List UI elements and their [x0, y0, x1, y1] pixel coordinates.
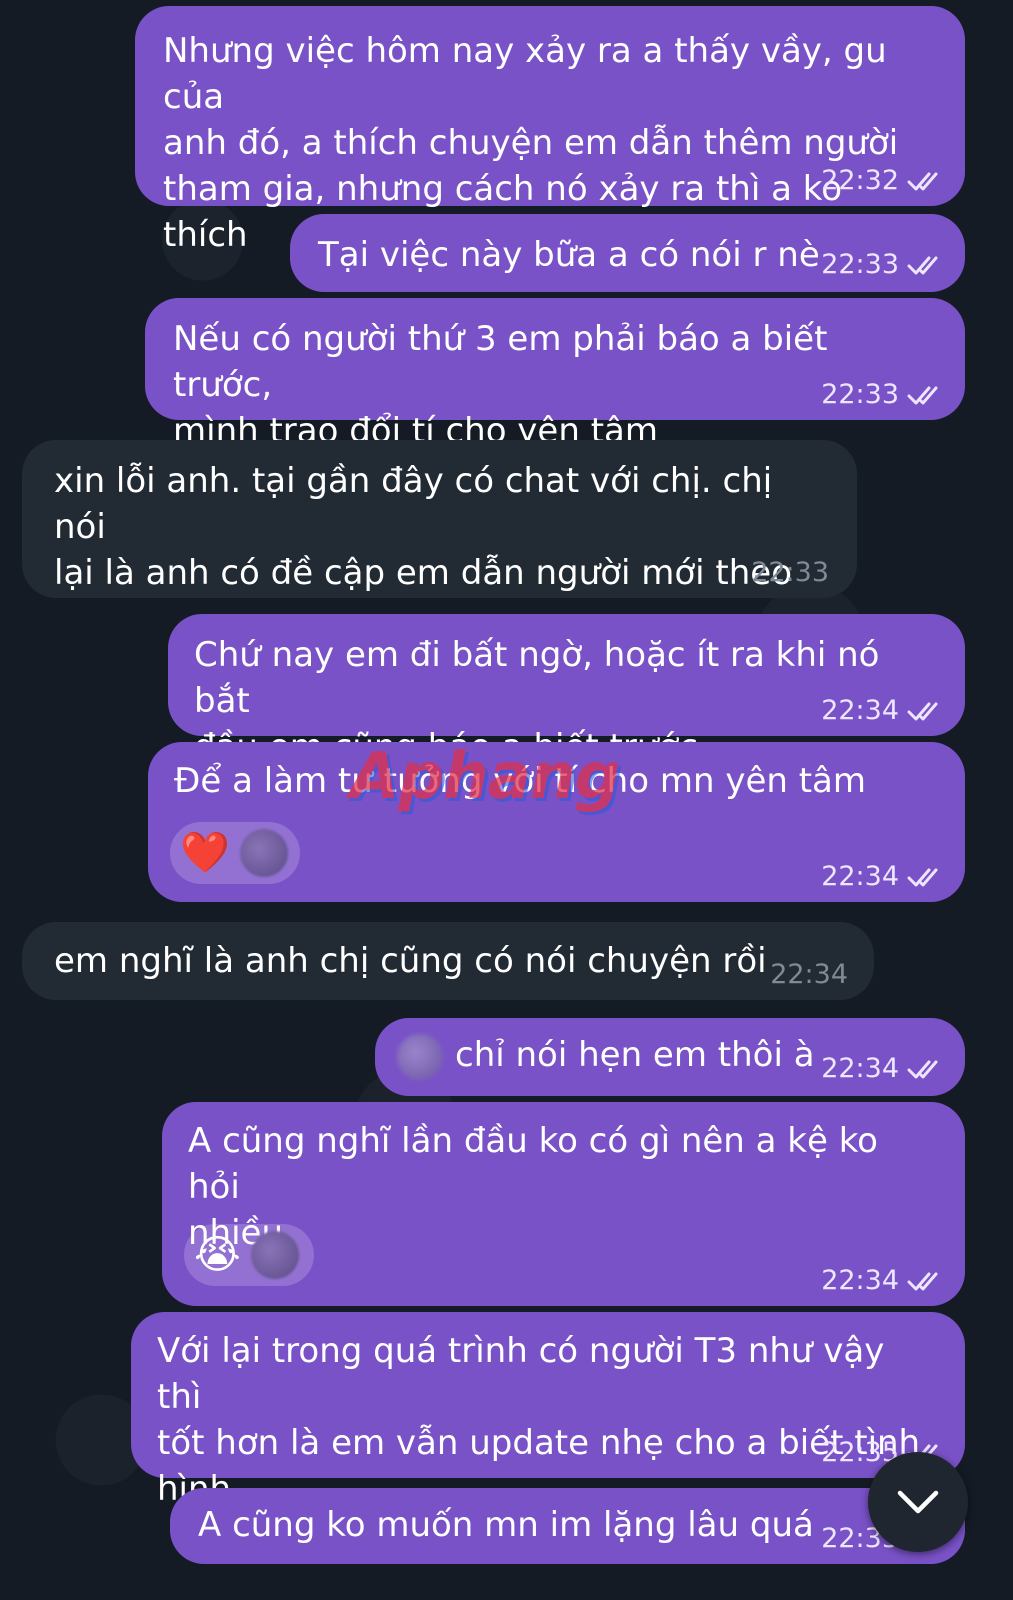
- message-meta: 22:34: [821, 862, 947, 892]
- crying-reaction: 😭: [194, 1232, 241, 1278]
- outgoing-message[interactable]: Để a làm tư tưởng với tí cho mn yên tâm …: [148, 742, 965, 902]
- double-check-icon: [907, 386, 938, 405]
- double-check-icon: [907, 868, 938, 887]
- double-check-icon: [907, 256, 938, 275]
- message-time: 22:34: [770, 959, 848, 990]
- message-time: 22:34: [821, 1053, 899, 1084]
- message-time: 22:34: [821, 861, 899, 892]
- message-meta: 22:34: [821, 696, 947, 726]
- message-meta: 22:33: [751, 558, 829, 588]
- message-time: 22:34: [821, 695, 899, 726]
- blurred-sticker: [397, 1033, 443, 1080]
- message-meta: 22:32: [821, 166, 947, 196]
- reactor-avatar: [239, 829, 288, 877]
- message-text: chỉ nói hẹn em thôi à: [455, 1035, 815, 1075]
- double-check-icon: [907, 172, 938, 191]
- message-meta: 22:34: [821, 1054, 947, 1084]
- message-text: xin lỗi anh. tại gần đây có chat với chị…: [54, 461, 793, 593]
- outgoing-message[interactable]: Chứ nay em đi bất ngờ, hoặc ít ra khi nó…: [168, 614, 965, 767]
- message-time: 22:33: [821, 249, 899, 280]
- reaction-bar[interactable]: ❤️: [170, 822, 300, 884]
- outgoing-message[interactable]: Tại việc này bữa a có nói r nè 22:33: [290, 214, 965, 292]
- message-meta: 22:33: [821, 380, 947, 410]
- message-time: 22:33: [751, 557, 829, 588]
- message-text: Với lại trong quá trình có người T3 như …: [157, 1331, 921, 1509]
- incoming-message[interactable]: em nghĩ là anh chị cũng có nói chuyện rồ…: [22, 922, 874, 1000]
- message-meta: 22:33: [821, 250, 947, 280]
- message-time: 22:34: [821, 1265, 899, 1296]
- chevron-down-icon: [897, 1490, 939, 1514]
- reactor-avatar: [250, 1231, 299, 1279]
- message-text: Để a làm tư tưởng với tí cho mn yên tâm: [174, 761, 867, 801]
- incoming-message[interactable]: xin lỗi anh. tại gần đây có chat với chị…: [22, 440, 857, 598]
- heart-reaction: ❤️: [180, 830, 230, 876]
- outgoing-message[interactable]: chỉ nói hẹn em thôi à 22:34: [375, 1018, 965, 1096]
- message-time: 22:32: [821, 165, 899, 196]
- scroll-to-bottom-button[interactable]: [868, 1452, 968, 1552]
- reaction-bar[interactable]: 😭: [184, 1224, 314, 1286]
- double-check-icon: [907, 1060, 938, 1079]
- outgoing-message[interactable]: Với lại trong quá trình có người T3 như …: [131, 1312, 965, 1509]
- message-time: 22:33: [821, 379, 899, 410]
- outgoing-message[interactable]: Nhưng việc hôm nay xảy ra a thấy vầy, gu…: [135, 6, 965, 255]
- message-meta: 22:34: [821, 1266, 947, 1296]
- outgoing-message[interactable]: A cũng nghĩ lần đầu ko có gì nên a kệ ko…: [162, 1102, 965, 1306]
- outgoing-message[interactable]: A cũng ko muốn mn im lặng lâu quá 22:35: [170, 1488, 965, 1564]
- double-check-icon: [907, 1272, 938, 1291]
- message-meta: 22:34: [770, 960, 848, 990]
- double-check-icon: [907, 702, 938, 721]
- outgoing-message[interactable]: Nếu có người thứ 3 em phải báo a biết tr…: [145, 298, 965, 451]
- message-text: em nghĩ là anh chị cũng có nói chuyện rồ…: [54, 941, 767, 981]
